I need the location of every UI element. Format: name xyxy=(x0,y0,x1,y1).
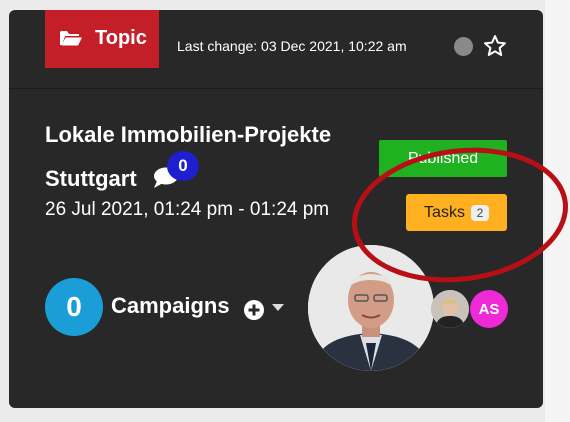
avatar-photo-small xyxy=(431,290,469,328)
plus-circle-icon[interactable] xyxy=(243,299,265,321)
last-change-text: Last change: 03 Dec 2021, 10:22 am xyxy=(177,38,407,54)
campaigns-label: Campaigns xyxy=(111,293,230,318)
avatar-initials[interactable]: AS xyxy=(470,290,508,328)
campaign-count-circle: 0 xyxy=(45,278,103,336)
annotation-ellipse xyxy=(352,147,568,283)
caret-down-icon[interactable] xyxy=(272,304,284,312)
comment-count-badge[interactable]: 0 xyxy=(167,151,199,181)
event-title-line2[interactable]: Stuttgart xyxy=(45,166,137,192)
topic-tag: Topic xyxy=(45,10,159,68)
header-divider xyxy=(9,88,543,89)
avatar[interactable] xyxy=(431,290,469,328)
status-dot[interactable] xyxy=(454,37,473,56)
topic-tag-label: Topic xyxy=(95,27,147,49)
folder-open-icon xyxy=(60,31,82,46)
star-outline-icon[interactable] xyxy=(483,34,507,58)
event-date-range: 26 Jul 2021, 01:24 pm - 01:24 pm xyxy=(45,199,330,220)
event-title[interactable]: Lokale Immobilien-Projekte xyxy=(45,122,331,148)
